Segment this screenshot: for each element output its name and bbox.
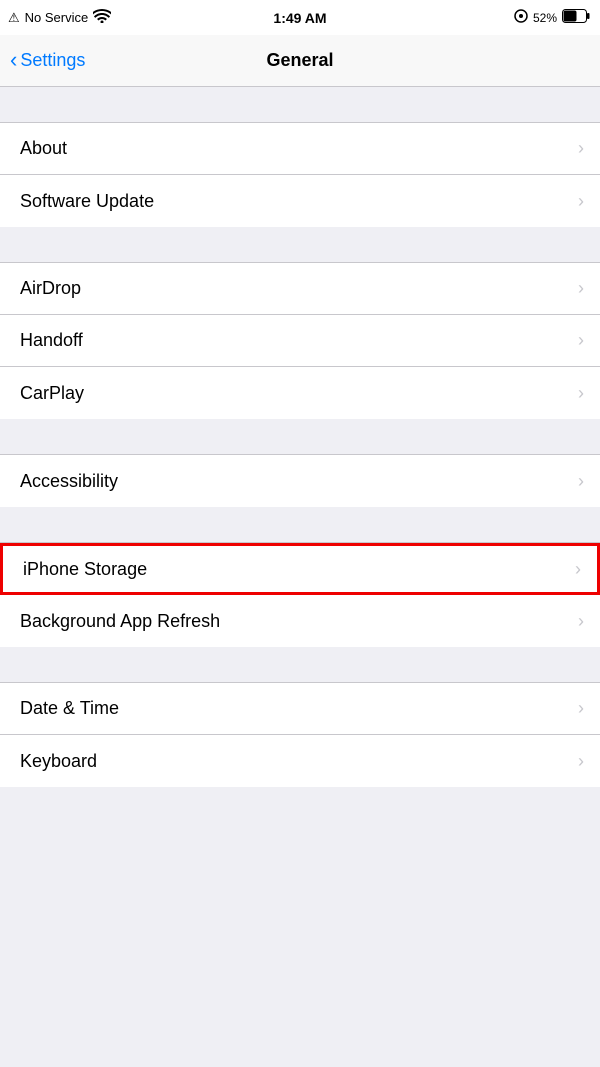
status-bar: ⚠ No Service 1:49 AM 52%: [0, 0, 600, 35]
back-button[interactable]: ‹ Settings: [10, 50, 85, 71]
section-spacer-2: [0, 227, 600, 262]
settings-content: About › Software Update › AirDrop › Hand…: [0, 87, 600, 822]
section-spacer-bottom: [0, 787, 600, 822]
software-update-chevron-icon: ›: [578, 191, 584, 212]
battery-percent: 52%: [533, 11, 557, 25]
section-spacer-1: [0, 87, 600, 122]
background-app-refresh-label: Background App Refresh: [20, 611, 220, 632]
keyboard-item[interactable]: Keyboard ›: [0, 735, 600, 787]
iphone-storage-chevron-icon: ›: [575, 559, 581, 580]
section-4: iPhone Storage › Background App Refresh …: [0, 542, 600, 647]
section-2: AirDrop › Handoff › CarPlay ›: [0, 262, 600, 419]
handoff-item[interactable]: Handoff ›: [0, 315, 600, 367]
back-label: Settings: [20, 50, 85, 71]
section-5: Date & Time › Keyboard ›: [0, 682, 600, 787]
background-app-refresh-chevron-icon: ›: [578, 611, 584, 632]
handoff-label: Handoff: [20, 330, 83, 351]
wifi-icon: [93, 9, 111, 26]
accessibility-label: Accessibility: [20, 471, 118, 492]
date-time-label: Date & Time: [20, 698, 119, 719]
section-1: About › Software Update ›: [0, 122, 600, 227]
warning-icon: ⚠: [8, 10, 20, 26]
about-item[interactable]: About ›: [0, 123, 600, 175]
software-update-item[interactable]: Software Update ›: [0, 175, 600, 227]
status-time: 1:49 AM: [273, 10, 326, 26]
airdrop-label: AirDrop: [20, 278, 81, 299]
iphone-storage-item[interactable]: iPhone Storage ›: [0, 543, 600, 595]
back-chevron-icon: ‹: [10, 49, 17, 71]
status-left: ⚠ No Service: [8, 9, 111, 26]
keyboard-label: Keyboard: [20, 751, 97, 772]
nav-bar: ‹ Settings General: [0, 35, 600, 87]
section-spacer-5: [0, 647, 600, 682]
accessibility-item[interactable]: Accessibility ›: [0, 455, 600, 507]
background-app-refresh-item[interactable]: Background App Refresh ›: [0, 595, 600, 647]
keyboard-chevron-icon: ›: [578, 751, 584, 772]
section-spacer-4: [0, 507, 600, 542]
section-3: Accessibility ›: [0, 454, 600, 507]
date-time-item[interactable]: Date & Time ›: [0, 683, 600, 735]
iphone-storage-label: iPhone Storage: [23, 559, 147, 580]
airdrop-item[interactable]: AirDrop ›: [0, 263, 600, 315]
about-label: About: [20, 138, 67, 159]
date-time-chevron-icon: ›: [578, 698, 584, 719]
carplay-chevron-icon: ›: [578, 383, 584, 404]
page-title: General: [266, 50, 333, 71]
handoff-chevron-icon: ›: [578, 330, 584, 351]
software-update-label: Software Update: [20, 191, 154, 212]
about-chevron-icon: ›: [578, 138, 584, 159]
carplay-item[interactable]: CarPlay ›: [0, 367, 600, 419]
battery-icon: [562, 9, 590, 26]
accessibility-chevron-icon: ›: [578, 471, 584, 492]
no-service-label: No Service: [25, 10, 89, 25]
lock-icon: [514, 9, 528, 26]
status-right: 52%: [514, 9, 590, 26]
airdrop-chevron-icon: ›: [578, 278, 584, 299]
carplay-label: CarPlay: [20, 383, 84, 404]
section-spacer-3: [0, 419, 600, 454]
